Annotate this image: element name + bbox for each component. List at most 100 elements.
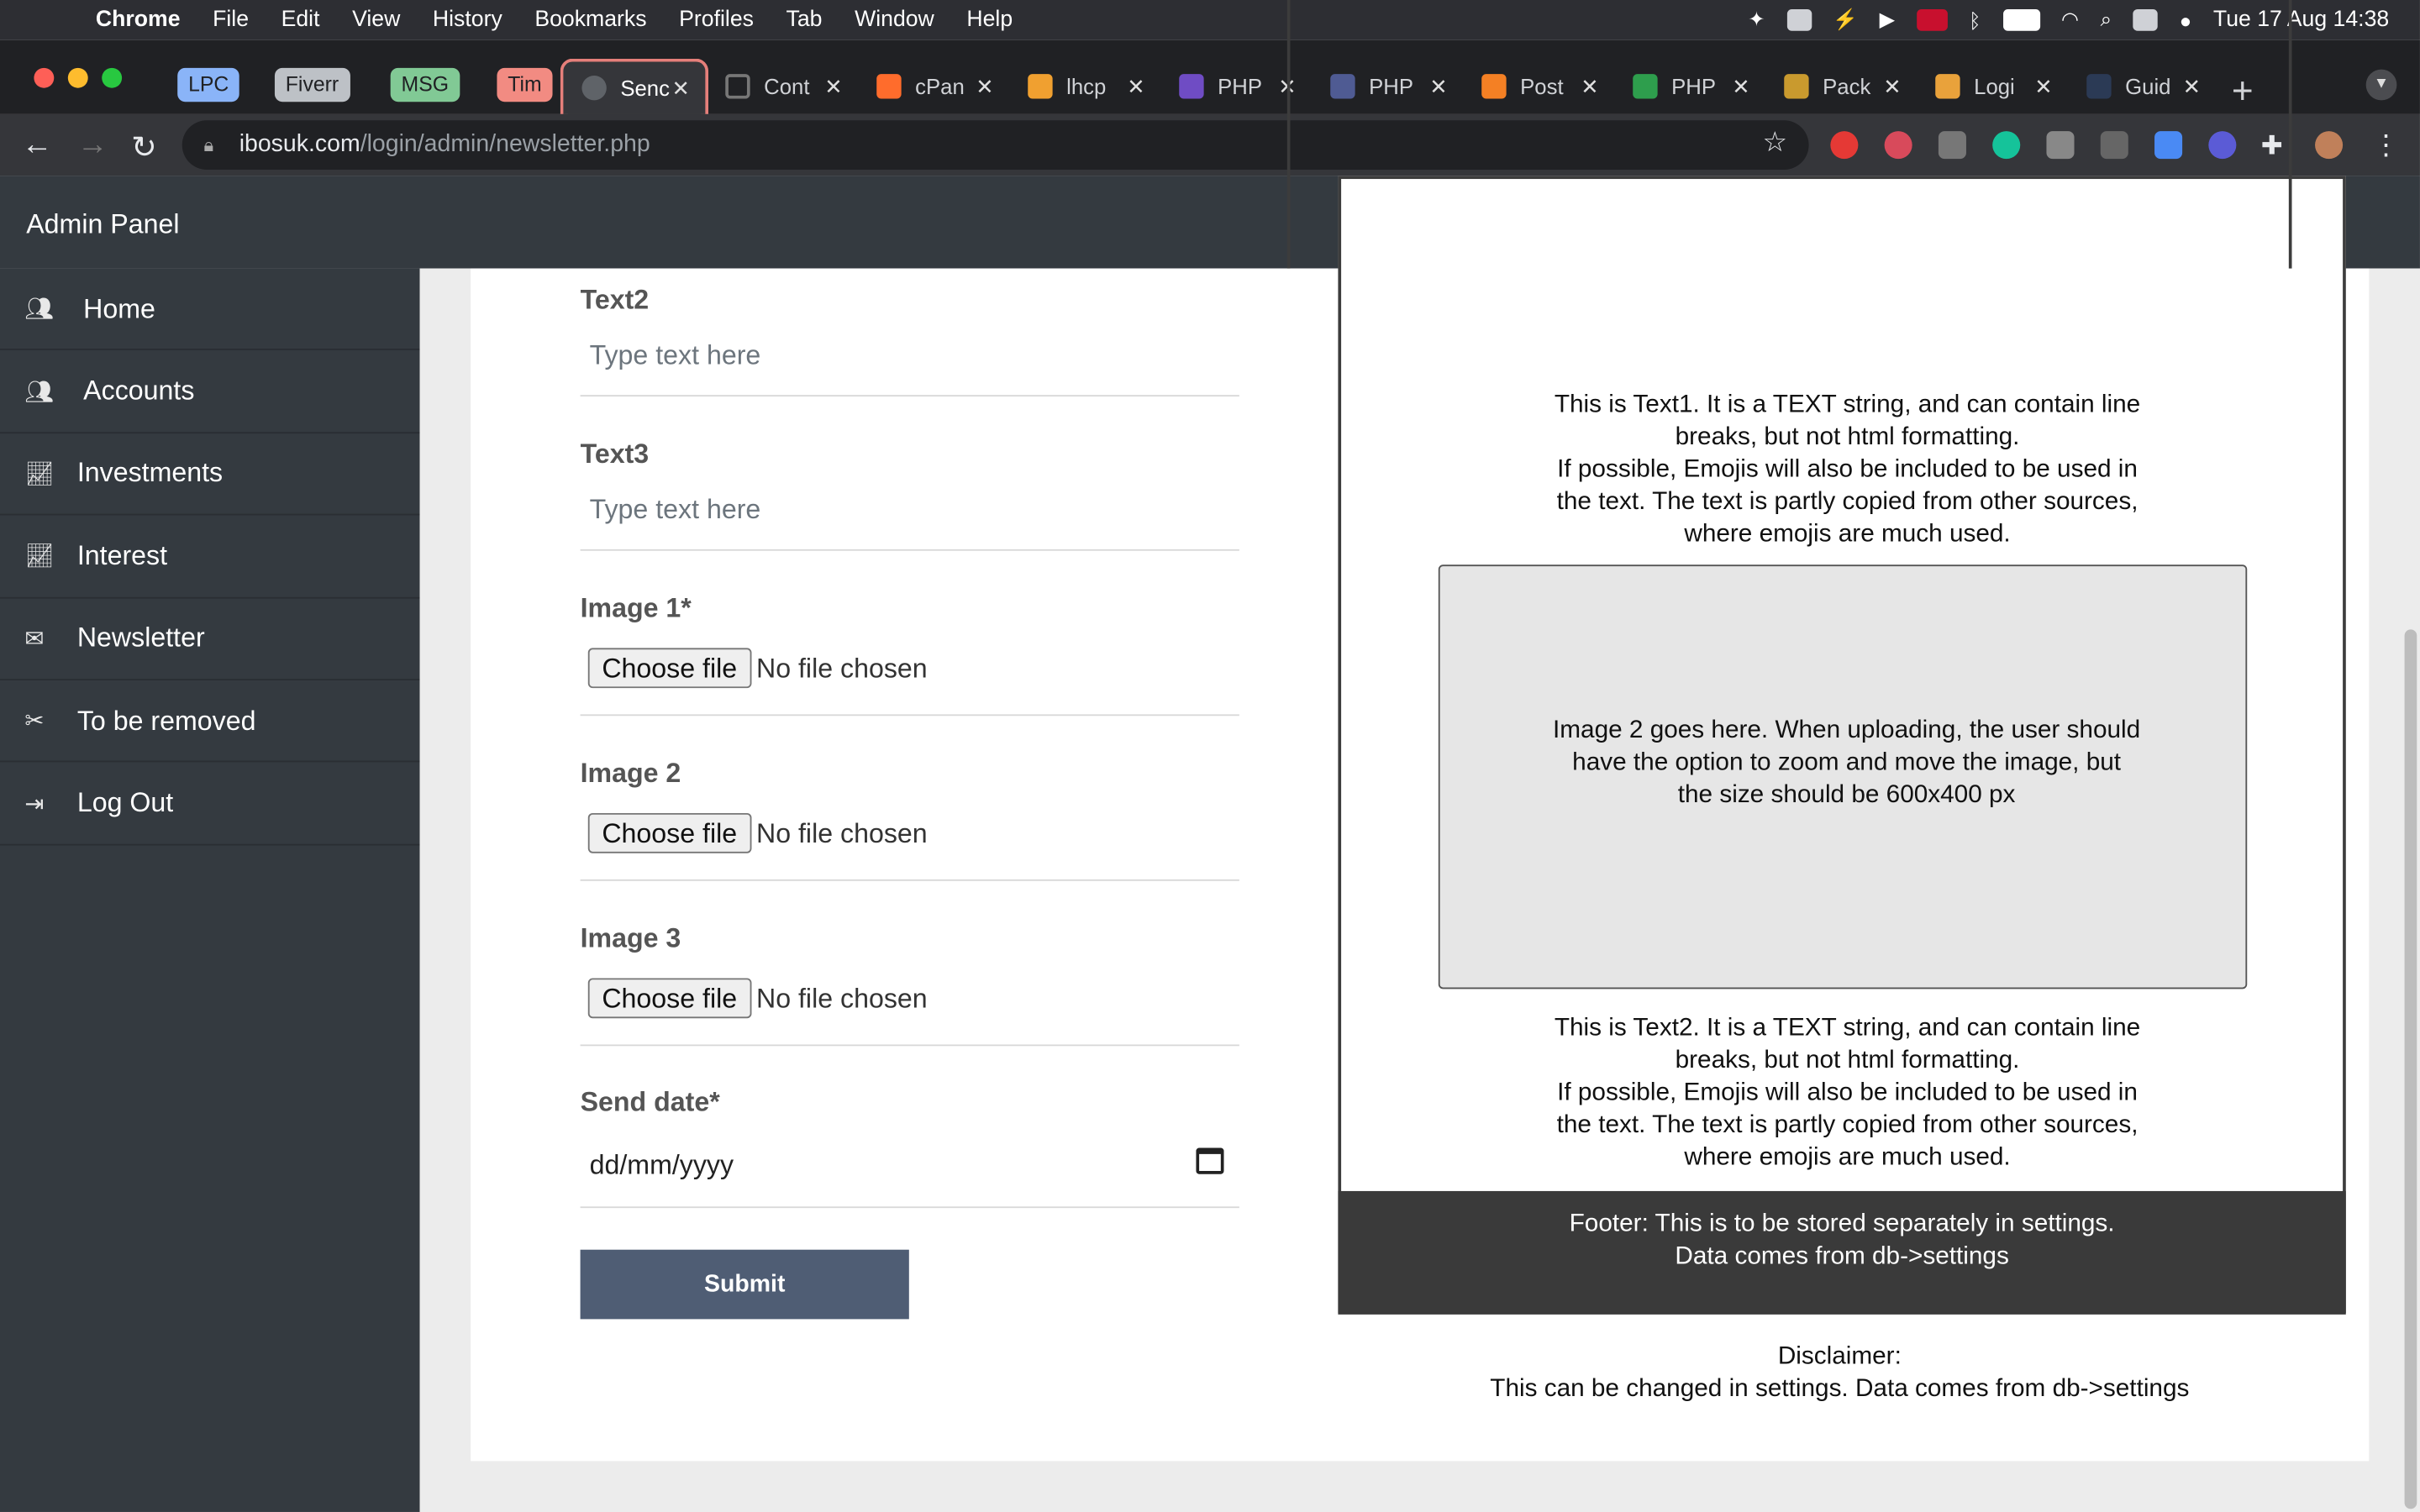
menu-help[interactable]: Help: [966, 8, 1013, 32]
new-tab-icon[interactable]: +: [2232, 71, 2254, 113]
close-tab-icon[interactable]: ✕: [1732, 73, 1750, 99]
close-window-icon[interactable]: [34, 67, 55, 88]
menu-tab[interactable]: Tab: [786, 8, 823, 32]
preview-text-line: the text. The text is partly copied from…: [1556, 1110, 2139, 1139]
newsletter-preview: This is Text1. It is a TEXT string, and …: [1338, 176, 2346, 1315]
sidebar-item-home[interactable]: 👥︎ Home: [0, 269, 420, 351]
status-play-icon[interactable]: ▶: [1880, 8, 1895, 32]
close-tab-icon[interactable]: ✕: [1581, 73, 1599, 99]
page-scrollbar[interactable]: [2404, 629, 2417, 1509]
close-tab-icon[interactable]: ✕: [2034, 73, 2053, 99]
tab-pack[interactable]: Pack ✕: [1765, 59, 1917, 114]
close-tab-icon[interactable]: ✕: [1127, 73, 1145, 99]
tab-post[interactable]: Post ✕: [1463, 59, 1614, 114]
close-tab-icon[interactable]: ✕: [1429, 73, 1448, 99]
tab-group-tim[interactable]: Tim: [497, 67, 553, 102]
extension-icon[interactable]: [2154, 131, 2183, 160]
wifi-icon[interactable]: ◠: [2061, 8, 2079, 32]
extension-icon[interactable]: [1884, 131, 1912, 160]
text2-input[interactable]: Type text here: [590, 339, 761, 372]
bookmark-star-icon[interactable]: ☆: [1763, 127, 1788, 160]
extension-icon[interactable]: [2100, 131, 2128, 160]
reload-icon[interactable]: ↻: [131, 128, 157, 166]
menu-edit[interactable]: Edit: [281, 8, 320, 32]
preview-text1: This is Text1. It is a TEXT string, and …: [1492, 389, 2202, 551]
close-tab-icon[interactable]: ✕: [1883, 73, 1902, 99]
tab-search-icon[interactable]: ▼: [2365, 69, 2397, 101]
send-date-input[interactable]: dd/mm/yyyy: [590, 1149, 734, 1182]
menu-window[interactable]: Window: [855, 8, 934, 32]
w3schools-icon: [1633, 74, 1658, 99]
image3-choose-file-button[interactable]: Choose file: [587, 978, 751, 1019]
bluetooth-icon[interactable]: ᛒ: [1969, 8, 1981, 32]
back-icon[interactable]: ←: [22, 128, 53, 163]
profile-avatar[interactable]: [2315, 131, 2344, 160]
sidebar-item-interest[interactable]: 📈︎ Interest: [0, 516, 420, 598]
image2-label: Image 2: [580, 757, 681, 789]
chrome-menu-icon[interactable]: ⋮: [2372, 131, 2400, 159]
app-title[interactable]: Admin Panel: [26, 208, 179, 239]
menu-file[interactable]: File: [213, 8, 249, 32]
menu-history[interactable]: History: [433, 8, 502, 32]
chart-line-icon: 📈︎: [24, 543, 55, 570]
tab-guide[interactable]: Guid ✕: [2068, 59, 2216, 114]
tab-group-lpc[interactable]: LPC: [177, 67, 240, 102]
menu-profiles[interactable]: Profiles: [679, 8, 754, 32]
status-bolt-icon[interactable]: ⚡: [1833, 8, 1858, 32]
image1-choose-file-button[interactable]: Choose file: [587, 648, 751, 689]
battery-icon[interactable]: [2002, 9, 2040, 31]
phpstorm-icon: [1179, 74, 1204, 99]
facebook-extension-icon[interactable]: [1938, 131, 1966, 160]
tab-lhcp[interactable]: lhcp ✕: [1009, 59, 1160, 114]
calendar-icon[interactable]: [1196, 1147, 1224, 1174]
tab-send-newsletter[interactable]: Senc ✕: [560, 58, 709, 114]
close-tab-icon[interactable]: ✕: [976, 73, 994, 99]
menu-bookmarks[interactable]: Bookmarks: [534, 8, 646, 32]
control-center-icon[interactable]: [2133, 9, 2159, 31]
minimize-window-icon[interactable]: [67, 67, 88, 88]
sidebar-item-log-out[interactable]: ⇥ Log Out: [0, 763, 420, 846]
siri-icon[interactable]: ●: [2180, 8, 2191, 32]
zoom-window-icon[interactable]: [102, 67, 123, 88]
tab-favicon: [1028, 74, 1053, 99]
image1-label: Image 1*: [580, 592, 692, 624]
preview-text-line: Image 2 goes here. When uploading, the u…: [1553, 716, 2141, 744]
flag-icon[interactable]: [1916, 9, 1948, 31]
tab-group-msg[interactable]: MSG: [390, 67, 460, 102]
image2-choose-file-button[interactable]: Choose file: [587, 812, 751, 853]
menu-app-name[interactable]: Chrome: [96, 8, 181, 32]
tab-group-fiverr[interactable]: Fiverr: [274, 67, 350, 102]
spotlight-search-icon[interactable]: ⌕: [2101, 8, 2112, 32]
tab-cont[interactable]: Cont ✕: [707, 59, 858, 114]
image2-group: Image 2 Choose file No file chosen: [580, 757, 1239, 881]
status-drive-icon[interactable]: [1786, 9, 1812, 31]
menu-view[interactable]: View: [352, 8, 400, 32]
sidebar-item-to-be-removed[interactable]: ✂ To be removed: [0, 680, 420, 763]
php-icon: [1330, 74, 1355, 99]
address-bar[interactable]: 🔒︎ ibosuk.com/login/admin/newsletter.php: [182, 120, 1809, 171]
stackoverflow-icon: [1481, 74, 1507, 99]
status-app-icon[interactable]: ✦: [1748, 8, 1765, 32]
adblock-extension-icon[interactable]: [1830, 131, 1859, 160]
sidebar-item-newsletter[interactable]: ✉ Newsletter: [0, 598, 420, 680]
forward-icon[interactable]: →: [77, 128, 108, 163]
grammarly-extension-icon[interactable]: [1992, 131, 2021, 160]
tab-cpanel[interactable]: cPan ✕: [858, 59, 1009, 114]
lock-icon[interactable]: 🔒︎: [203, 120, 213, 170]
menubar-clock[interactable]: Tue 17 Aug 14:38: [2213, 8, 2389, 32]
extensions-puzzle-icon[interactable]: ✚: [2261, 131, 2289, 160]
tab-php-3[interactable]: PHP ✕: [1614, 59, 1765, 114]
close-tab-icon[interactable]: ✕: [824, 73, 843, 99]
extension-icon[interactable]: [2208, 131, 2237, 160]
tab-logo[interactable]: Logi ✕: [1917, 59, 2068, 114]
tab-php-2[interactable]: PHP ✕: [1312, 59, 1463, 114]
sidebar-item-investments[interactable]: 📈︎ Investments: [0, 433, 420, 516]
submit-button[interactable]: Submit: [580, 1249, 909, 1320]
sidebar-item-accounts[interactable]: 👥︎ Accounts: [0, 351, 420, 433]
preview-text-line: where emojis are much used.: [1684, 519, 2011, 549]
text3-input[interactable]: Type text here: [590, 494, 761, 527]
extension-icon[interactable]: [2046, 131, 2075, 160]
close-tab-icon[interactable]: ✕: [2183, 73, 2202, 99]
close-tab-icon[interactable]: ✕: [671, 75, 690, 101]
tools-icon: ✂: [24, 708, 45, 735]
